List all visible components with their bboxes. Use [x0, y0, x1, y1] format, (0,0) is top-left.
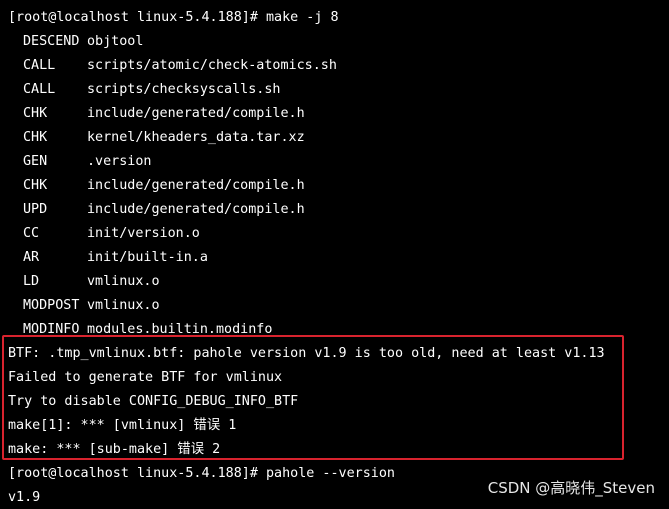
- build-arg: include/generated/compile.h: [87, 178, 305, 193]
- build-arg: include/generated/compile.h: [87, 106, 305, 121]
- build-line-cc-version: CC init/version.o: [8, 222, 669, 246]
- build-tag: CALL: [23, 58, 56, 73]
- build-line-gen-version: GEN .version: [8, 150, 669, 174]
- build-tag: CALL: [23, 82, 56, 97]
- build-tag: MODINFO: [23, 322, 80, 337]
- command-prompt-make: [root@localhost linux-5.4.188]# make -j …: [8, 10, 339, 25]
- build-tag: DESCEND: [23, 34, 80, 49]
- build-arg: vmlinux.o: [87, 298, 160, 313]
- build-line-modpost: MODPOST vmlinux.o: [8, 294, 669, 318]
- build-line-chk-compile: CHK include/generated/compile.h: [8, 102, 669, 126]
- build-tag: GEN: [23, 154, 48, 169]
- build-tag: UPD: [23, 202, 48, 217]
- build-line-chk-kheaders: CHK kernel/kheaders_data.tar.xz: [8, 126, 669, 150]
- build-arg: scripts/atomic/check-atomics.sh: [87, 58, 337, 73]
- build-tag: CHK: [23, 106, 48, 121]
- build-line-call-syscalls: CALL scripts/checksyscalls.sh: [8, 78, 669, 102]
- build-line-chk-compile-2: CHK include/generated/compile.h: [8, 174, 669, 198]
- error-line-btf: BTF: .tmp_vmlinux.btf: pahole version v1…: [8, 346, 605, 361]
- build-line-descend: DESCEND objtool: [8, 30, 669, 54]
- build-arg: kernel/kheaders_data.tar.xz: [87, 130, 305, 145]
- build-arg: objtool: [87, 34, 144, 49]
- build-arg: modules.builtin.modinfo: [87, 322, 273, 337]
- build-line-upd-compile: UPD include/generated/compile.h: [8, 198, 669, 222]
- build-tag: CHK: [23, 178, 48, 193]
- build-arg: vmlinux.o: [87, 274, 160, 289]
- build-arg: init/built-in.a: [87, 250, 208, 265]
- error-line-make1: make[1]: *** [vmlinux] 错误 1: [8, 418, 237, 433]
- error-line-make: make: *** [sub-make] 错误 2: [8, 442, 221, 457]
- error-line-failed: Failed to generate BTF for vmlinux: [8, 370, 283, 385]
- terminal-output: [root@localhost linux-5.4.188]# make -j …: [8, 6, 669, 509]
- watermark-text: CSDN @高晓伟_Steven: [487, 479, 655, 497]
- terminal-window[interactable]: [root@localhost linux-5.4.188]# make -j …: [0, 0, 669, 509]
- build-tag: AR: [23, 250, 40, 265]
- build-line-ld-vmlinux: LD vmlinux.o: [8, 270, 669, 294]
- build-tag: CHK: [23, 130, 48, 145]
- build-arg: init/version.o: [87, 226, 200, 241]
- build-tag: MODPOST: [23, 298, 80, 313]
- build-tag: CC: [23, 226, 40, 241]
- build-line-call-atomics: CALL scripts/atomic/check-atomics.sh: [8, 54, 669, 78]
- build-arg: scripts/checksyscalls.sh: [87, 82, 281, 97]
- build-line-modinfo: MODINFO modules.builtin.modinfo: [8, 318, 669, 342]
- build-line-ar-builtin: AR init/built-in.a: [8, 246, 669, 270]
- build-arg: .version: [87, 154, 152, 169]
- build-arg: include/generated/compile.h: [87, 202, 305, 217]
- build-tag: LD: [23, 274, 40, 289]
- error-line-hint: Try to disable CONFIG_DEBUG_INFO_BTF: [8, 394, 299, 409]
